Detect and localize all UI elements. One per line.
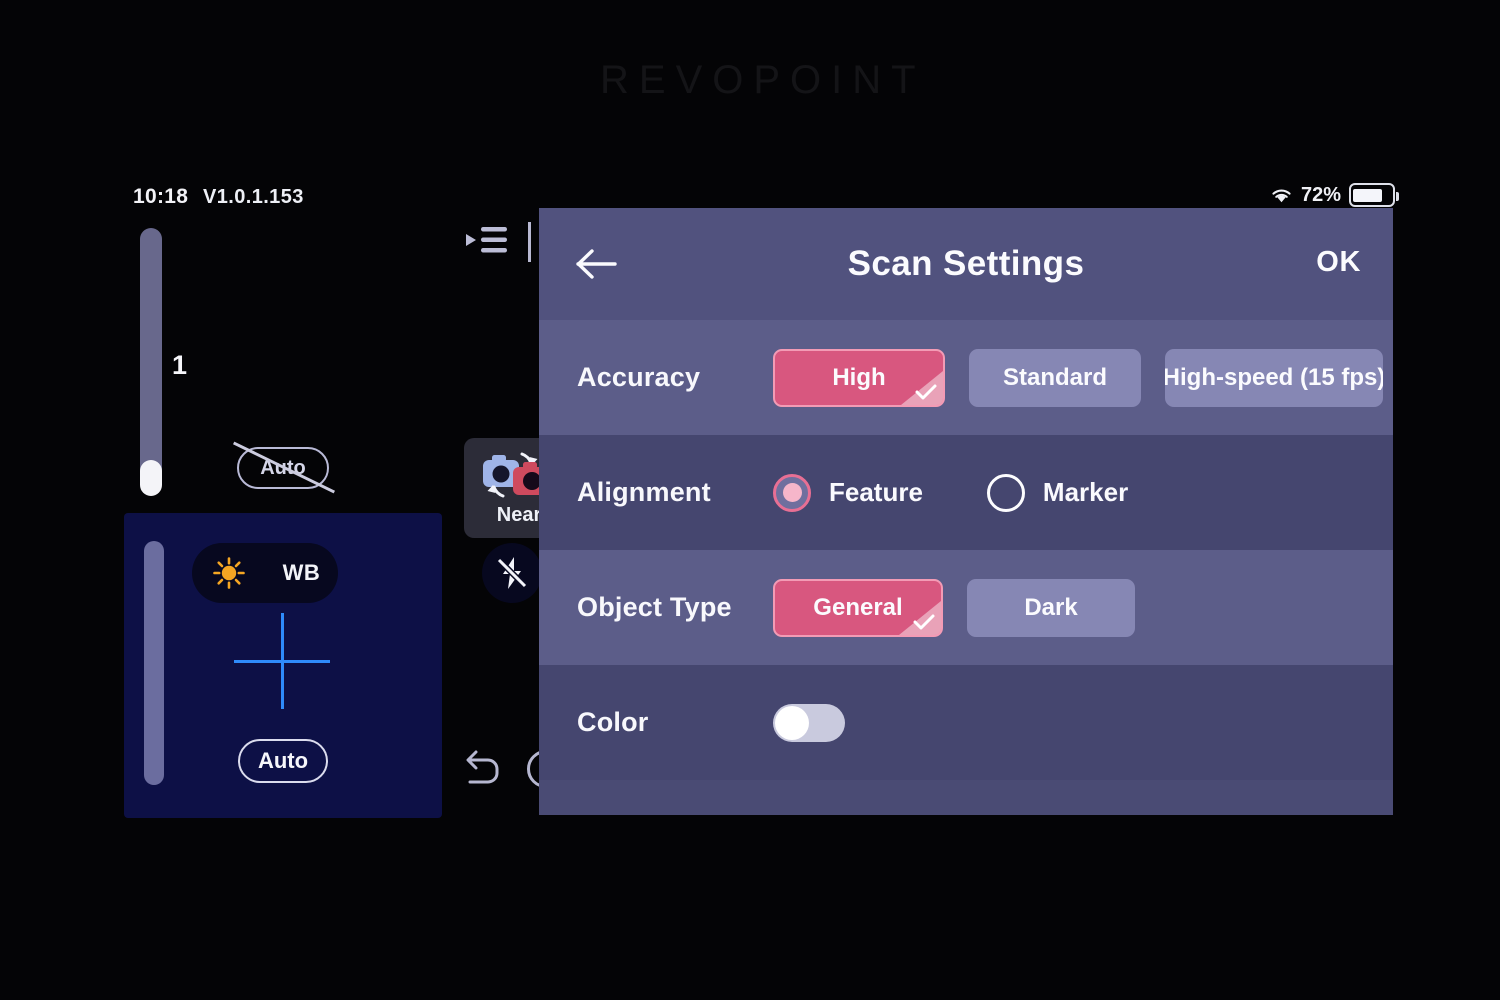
setting-row-accuracy: Accuracy High Standard High-speed (15 fp… (539, 320, 1393, 435)
alignment-options: Feature Marker (773, 473, 1192, 512)
scan-settings-dialog: Scan Settings OK Accuracy High Standard … (539, 208, 1393, 815)
crosshair-vertical (281, 613, 284, 709)
object-type-options: General Dark (773, 578, 1159, 637)
color-toggle[interactable] (773, 703, 845, 742)
accuracy-options: High Standard High-speed (15 fps) (773, 348, 1393, 407)
auto-button[interactable]: Auto (238, 739, 328, 783)
accuracy-option-standard-label: Standard (1002, 363, 1107, 391)
alignment-option-marker-label: Marker (1042, 477, 1129, 507)
device-screen: REVOPOINT 10:18 V1.0.1.153 72% 1 Auto (0, 0, 1500, 1000)
camera-mode-group: WB (192, 543, 338, 603)
setting-row-object-type: Object Type General Dark (539, 550, 1393, 665)
camera-control-panel: WB Auto (124, 513, 542, 818)
alignment-option-feature-label: Feature (829, 477, 923, 507)
accuracy-option-high-speed-label: High-speed (15 fps) (1165, 363, 1383, 391)
exposure-slider[interactable] (140, 228, 162, 496)
radio-marker[interactable] (986, 473, 1025, 512)
selected-check-icon (899, 600, 941, 635)
white-balance-button[interactable]: WB (265, 543, 338, 603)
accuracy-option-high-label: High (832, 363, 886, 391)
brand-wordmark: REVOPOINT (600, 58, 926, 102)
accuracy-option-high-speed[interactable]: High-speed (15 fps) (1165, 348, 1383, 407)
white-balance-label: WB (282, 560, 321, 585)
collapse-menu-icon[interactable] (466, 224, 508, 256)
setting-row-alignment: Alignment Feature Marker (539, 435, 1393, 550)
color-label: Color (577, 707, 649, 737)
alignment-option-marker[interactable]: Marker (986, 473, 1129, 512)
object-type-label: Object Type (577, 592, 732, 622)
battery-icon (1349, 183, 1399, 207)
undo-icon[interactable] (462, 748, 506, 784)
dialog-title: Scan Settings (847, 244, 1085, 283)
firmware-version: V1.0.1.153 (203, 186, 304, 208)
auto-disabled-indicator[interactable]: Auto (233, 441, 335, 494)
flash-off-button[interactable] (482, 543, 542, 603)
object-type-option-general-label: General (813, 593, 903, 621)
flash-off-icon (496, 557, 528, 589)
brightness-button[interactable] (192, 543, 265, 603)
battery-percent: 72% (1300, 183, 1341, 206)
color-toggle-wrap (773, 703, 845, 742)
accuracy-label: Accuracy (577, 362, 701, 392)
crosshair-icon (234, 613, 330, 709)
slider-track[interactable] (140, 228, 162, 490)
slider-knob[interactable] (140, 460, 162, 496)
status-time: 10:18 (133, 185, 189, 208)
ok-button[interactable]: OK (1316, 246, 1361, 279)
alignment-label: Alignment (577, 477, 711, 507)
alignment-option-feature[interactable]: Feature (773, 473, 923, 512)
camera-panel-slider[interactable] (144, 541, 164, 785)
slider-value: 1 (172, 350, 188, 380)
setting-row-color: Color (539, 665, 1393, 780)
status-right-group: 72% (1270, 183, 1399, 207)
radio-feature[interactable] (773, 473, 811, 512)
dialog-header: Scan Settings OK (539, 208, 1393, 320)
color-toggle-knob[interactable] (775, 705, 809, 740)
battery-fill (1353, 188, 1382, 202)
accuracy-option-standard[interactable]: Standard (969, 348, 1141, 407)
object-type-option-dark[interactable]: Dark (967, 578, 1135, 637)
selected-check-icon (901, 370, 943, 405)
object-type-option-dark-label: Dark (1024, 593, 1078, 621)
toolbar-divider (528, 222, 531, 262)
wifi-icon (1272, 189, 1291, 203)
sun-icon (212, 557, 245, 589)
object-type-option-general[interactable]: General (773, 578, 943, 637)
accuracy-option-high[interactable]: High (773, 348, 945, 407)
